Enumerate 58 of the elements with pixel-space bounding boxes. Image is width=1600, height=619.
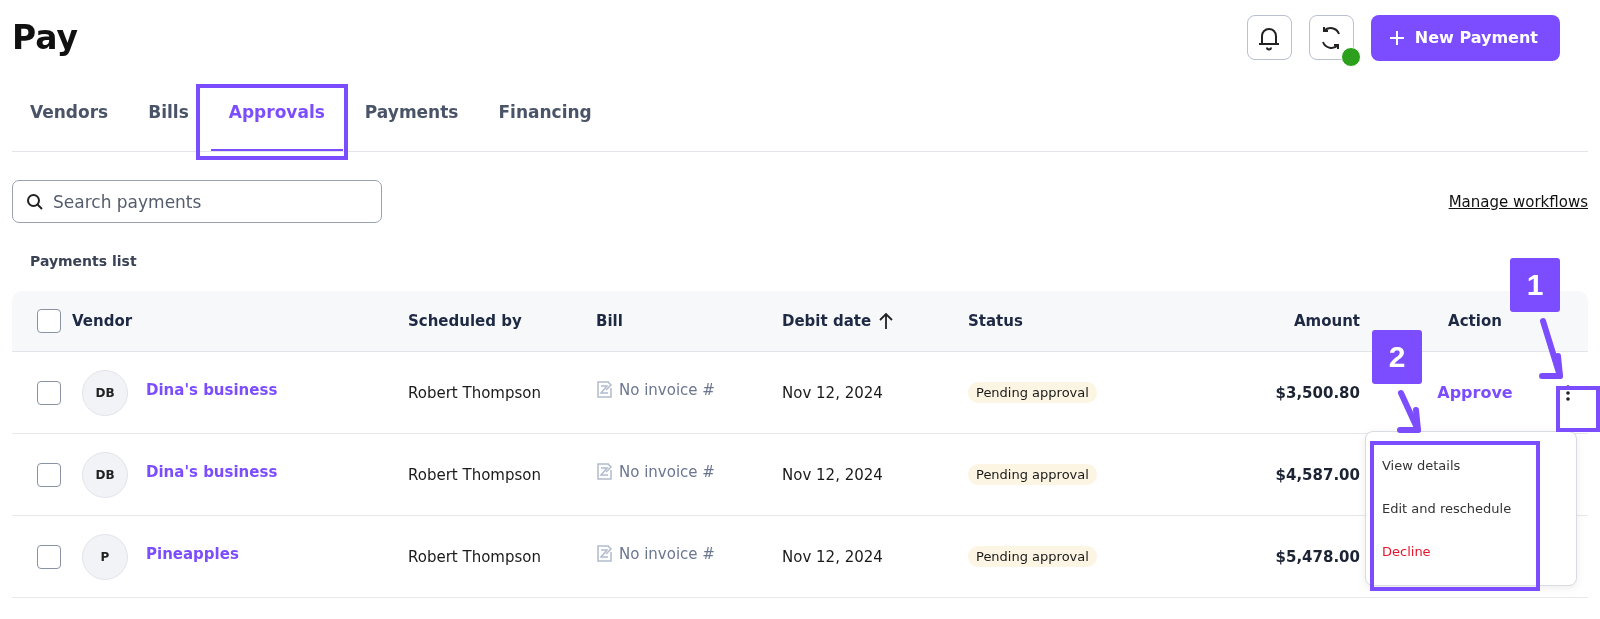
- invoice-icon: [596, 381, 613, 398]
- new-payment-button[interactable]: New Payment: [1370, 14, 1560, 61]
- callout-badge: 1: [1510, 258, 1560, 312]
- bill-text: No invoice #: [619, 462, 715, 481]
- table-cell-text: Robert Thompson: [408, 547, 542, 566]
- invoice-icon: [596, 545, 613, 562]
- highlight-frame: [1556, 386, 1600, 432]
- table-cell-text: Nov 12, 2024: [782, 547, 884, 566]
- bill-text: No invoice #: [619, 380, 715, 399]
- column-header: Vendor: [72, 312, 133, 330]
- table-cell-text: Robert Thompson: [408, 465, 542, 484]
- kebab-icon: [1566, 384, 1570, 401]
- approve-button[interactable]: Approve: [1431, 382, 1519, 403]
- column-header: Amount: [1293, 312, 1360, 330]
- select-all-checkbox[interactable]: [37, 309, 61, 333]
- row-checkbox[interactable]: [37, 380, 61, 405]
- status-pill: Pending approval: [968, 546, 1097, 567]
- table-cell-text: Nov 12, 2024: [782, 465, 884, 484]
- row-checkbox[interactable]: [37, 544, 61, 569]
- callout-arrow: [1540, 318, 1564, 380]
- menu-item[interactable]: Decline: [1366, 530, 1576, 573]
- tab[interactable]: Vendors: [12, 75, 127, 151]
- callout-badge: 2: [1372, 330, 1422, 384]
- search-field[interactable]: Search payments: [12, 180, 382, 223]
- amount-cell-text: $3,500.80: [1274, 383, 1361, 402]
- column-header: Debit date: [782, 312, 872, 330]
- menu-item[interactable]: View details: [1366, 444, 1576, 487]
- sort-arrow-icon[interactable]: [879, 312, 894, 330]
- tab[interactable]: Bills: [130, 75, 207, 151]
- vendor-link[interactable]: Dina's business: [146, 380, 278, 399]
- sync-button[interactable]: [1308, 15, 1354, 60]
- list-title: Payments list: [30, 253, 138, 269]
- row-checkbox[interactable]: [37, 462, 61, 487]
- column-header: Action: [1448, 312, 1502, 330]
- column-header: Scheduled by: [408, 312, 522, 330]
- column-header: Bill: [596, 312, 623, 330]
- vendor-avatar: DB: [82, 451, 128, 498]
- invoice-icon: [596, 463, 613, 480]
- tab[interactable]: Financing: [480, 75, 610, 151]
- vendor-link[interactable]: Pineapples: [146, 544, 239, 563]
- vendor-avatar: P: [82, 533, 128, 580]
- column-header: Status: [968, 312, 1023, 330]
- manage-workflows-link[interactable]: Manage workflows: [1448, 192, 1588, 211]
- bill-text: No invoice #: [619, 544, 715, 563]
- search-icon: [26, 193, 44, 211]
- tab[interactable]: Approvals: [210, 75, 343, 151]
- table-cell-text: Robert Thompson: [408, 383, 542, 402]
- plus-icon: [1388, 29, 1405, 46]
- notifications-button[interactable]: [1246, 15, 1292, 60]
- menu-item[interactable]: Edit and reschedule: [1366, 487, 1576, 530]
- page-title: Pay: [12, 18, 79, 57]
- status-pill: Pending approval: [968, 464, 1097, 485]
- vendor-avatar: DB: [82, 369, 128, 416]
- tab[interactable]: Payments: [346, 75, 477, 151]
- table-cell-text: Nov 12, 2024: [782, 383, 884, 402]
- status-pill: Pending approval: [968, 382, 1097, 403]
- callout-arrow: [1398, 390, 1422, 434]
- vendor-link[interactable]: Dina's business: [146, 462, 278, 481]
